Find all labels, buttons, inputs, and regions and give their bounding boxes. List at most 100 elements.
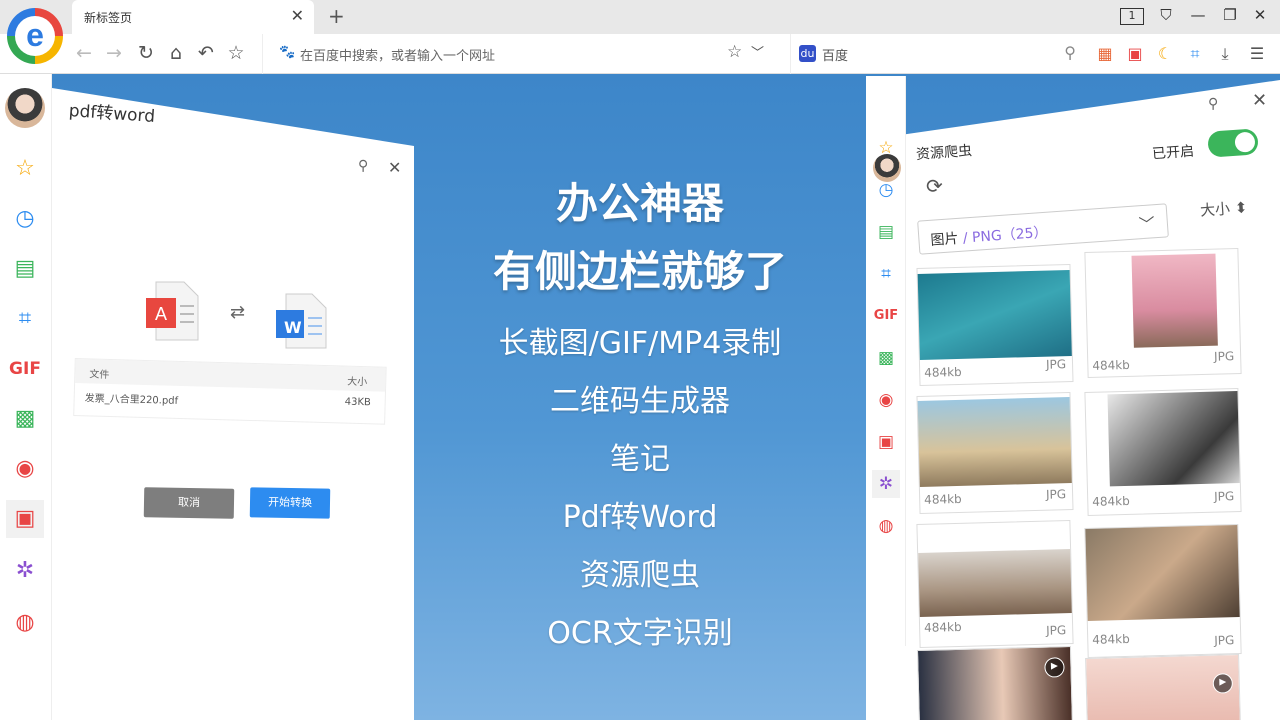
thumb-type: JPG — [1213, 349, 1235, 364]
close-icon[interactable]: ✕ — [1252, 90, 1267, 111]
panel-title: 资源爬虫 — [915, 143, 973, 163]
thumb-type: JPG — [1213, 489, 1235, 504]
weibo-icon[interactable]: ◍ — [6, 604, 44, 642]
crop-icon[interactable]: ⌗ — [6, 300, 44, 338]
skin-icon[interactable]: ⛉ — [1154, 6, 1178, 24]
undo-close-button[interactable]: ↶ — [194, 42, 218, 64]
note-icon[interactable]: ▤ — [6, 250, 44, 288]
search-engine-label: 百度 — [822, 49, 849, 64]
pdf-file-icon: A — [146, 281, 199, 341]
feature-item: 笔记 — [610, 442, 670, 477]
gif-icon[interactable]: GIF — [872, 302, 900, 330]
browser-logo: e — [7, 8, 63, 64]
back-button[interactable]: ← — [72, 42, 96, 64]
thumb-size: 484kb — [923, 619, 962, 635]
thumb-size: 484kb — [1092, 493, 1130, 509]
feature-item: OCR文字识别 — [547, 616, 733, 651]
search-box[interactable]: du 百度 ⚲ — [790, 34, 1086, 74]
crop-icon[interactable]: ⌗ — [872, 260, 900, 288]
close-icon[interactable]: ✕ — [388, 158, 401, 177]
headline-2: 有侧边栏就够了 — [492, 247, 787, 296]
reload-button[interactable]: ↻ — [134, 42, 158, 64]
thumbnail[interactable]: 484kb JPG — [1084, 248, 1242, 378]
download-icon[interactable]: ⤓ — [1214, 43, 1236, 65]
pdf-to-word-panel: pdf转word ⚲ ✕ A ⇄ W 文件 大小 发票_八合里220.pdf 4… — [52, 88, 414, 720]
header-file: 文件 — [89, 369, 110, 381]
pdf-tool-icon[interactable]: ▣ — [1124, 43, 1146, 65]
thumb-type: JPG — [1214, 633, 1235, 648]
tab-close-icon[interactable]: ✕ — [291, 6, 304, 25]
bookmark-star-icon[interactable]: ☆ — [727, 42, 742, 62]
feature-item: 二维码生成器 — [550, 384, 730, 419]
toolbar: ← → ↻ ⌂ ↶ ☆ 🐾 在百度中搜索，或者输入一个网址 ☆ ﹀ du 百度 … — [0, 34, 1280, 74]
home-button[interactable]: ⌂ — [164, 42, 188, 64]
clock-icon[interactable]: ◷ — [6, 200, 44, 238]
screenshot-icon[interactable]: ⌗ — [1184, 43, 1206, 65]
file-table: 文件 大小 发票_八合里220.pdf 43KB — [73, 358, 387, 425]
refresh-icon[interactable]: ⟳ — [926, 174, 943, 198]
baidu-paw-icon: 🐾 — [279, 45, 296, 60]
thumbnail-video[interactable]: ▶ — [1085, 653, 1241, 720]
file-name: 发票_八合里220.pdf — [84, 393, 179, 407]
thumb-size: 484kb — [924, 491, 962, 507]
apps-icon[interactable]: ▦ — [1094, 43, 1116, 65]
file-size: 43KB — [344, 396, 371, 409]
address-placeholder[interactable]: 在百度中搜索，或者输入一个网址 — [300, 45, 495, 64]
thumbnail[interactable]: 484kb JPG — [916, 520, 1074, 648]
header-size: 大小 — [347, 376, 368, 389]
pdf-icon[interactable]: ▣ — [872, 428, 900, 456]
thumb-type: JPG — [1045, 487, 1067, 502]
thumb-size: 484kb — [1092, 357, 1131, 373]
close-window-button[interactable]: ✕ — [1248, 6, 1272, 24]
favorites-button[interactable]: ☆ — [224, 42, 248, 64]
avatar[interactable] — [873, 154, 901, 182]
baidu-icon: du — [799, 45, 816, 62]
pdf-icon[interactable]: ▣ — [6, 500, 44, 538]
sort-size-button[interactable]: 大小 ⬍ — [1199, 196, 1248, 220]
record-icon[interactable]: ◉ — [872, 386, 900, 414]
pin-icon[interactable]: ⚲ — [358, 158, 368, 174]
left-sidebar: ☆ ◷ ▤ ⌗ GIF ▩ ◉ ▣ ✲ ◍ — [0, 74, 52, 720]
night-mode-icon[interactable]: ☾ — [1154, 43, 1176, 65]
convert-arrow-icon: ⇄ — [230, 302, 246, 323]
feature-item: Pdf转Word — [562, 500, 718, 535]
bug-icon[interactable]: ✲ — [872, 470, 900, 498]
thumbnail[interactable]: 484kb JPG — [916, 392, 1074, 514]
thumb-size: 484kb — [924, 364, 962, 380]
thumbnail[interactable]: 484kb JPG — [1084, 388, 1242, 516]
qrcode-icon[interactable]: ▩ — [6, 400, 44, 438]
feature-item: 资源爬虫 — [580, 558, 700, 593]
weibo-icon[interactable]: ◍ — [872, 512, 900, 540]
record-icon[interactable]: ◉ — [6, 450, 44, 488]
cancel-button[interactable]: 取消 — [143, 487, 235, 519]
pin-icon[interactable]: ⚲ — [1208, 96, 1218, 112]
minimize-button[interactable]: — — [1186, 6, 1210, 24]
forward-button[interactable]: → — [102, 42, 126, 64]
thumbnail-video[interactable]: ▶ — [916, 645, 1074, 720]
address-dropdown-icon[interactable]: ﹀ — [751, 42, 764, 61]
address-bar[interactable]: 🐾 在百度中搜索，或者输入一个网址 ☆ ﹀ — [262, 34, 778, 74]
status-label: 已开启 — [1151, 143, 1195, 163]
crawler-toggle[interactable] — [1207, 128, 1259, 158]
bug-icon[interactable]: ✲ — [6, 552, 44, 590]
svg-text:A: A — [155, 304, 167, 324]
star-icon[interactable]: ☆ — [6, 150, 44, 188]
tab-new[interactable]: 新标签页 ✕ — [72, 0, 314, 34]
note-icon[interactable]: ▤ — [872, 218, 900, 246]
search-icon[interactable]: ⚲ — [1064, 43, 1076, 62]
start-convert-button[interactable]: 开始转换 — [249, 487, 331, 519]
gif-icon[interactable]: GIF — [6, 350, 44, 388]
chevron-down-icon: ﹀ — [1138, 214, 1156, 235]
avatar[interactable] — [5, 88, 45, 128]
tab-title: 新标签页 — [84, 11, 133, 25]
headline-1: 办公神器 — [555, 179, 724, 228]
tab-count-badge[interactable]: 1 — [1120, 8, 1144, 25]
new-tab-button[interactable]: + — [328, 4, 345, 28]
qrcode-icon[interactable]: ▩ — [872, 344, 900, 372]
thumb-type: JPG — [1045, 623, 1067, 638]
thumbnail[interactable]: 484kb JPG — [916, 264, 1074, 386]
thumb-type: JPG — [1045, 357, 1067, 372]
thumbnail[interactable]: 484kb JPG — [1084, 524, 1242, 658]
menu-icon[interactable]: ☰ — [1246, 43, 1268, 65]
restore-button[interactable]: ❐ — [1218, 6, 1242, 24]
